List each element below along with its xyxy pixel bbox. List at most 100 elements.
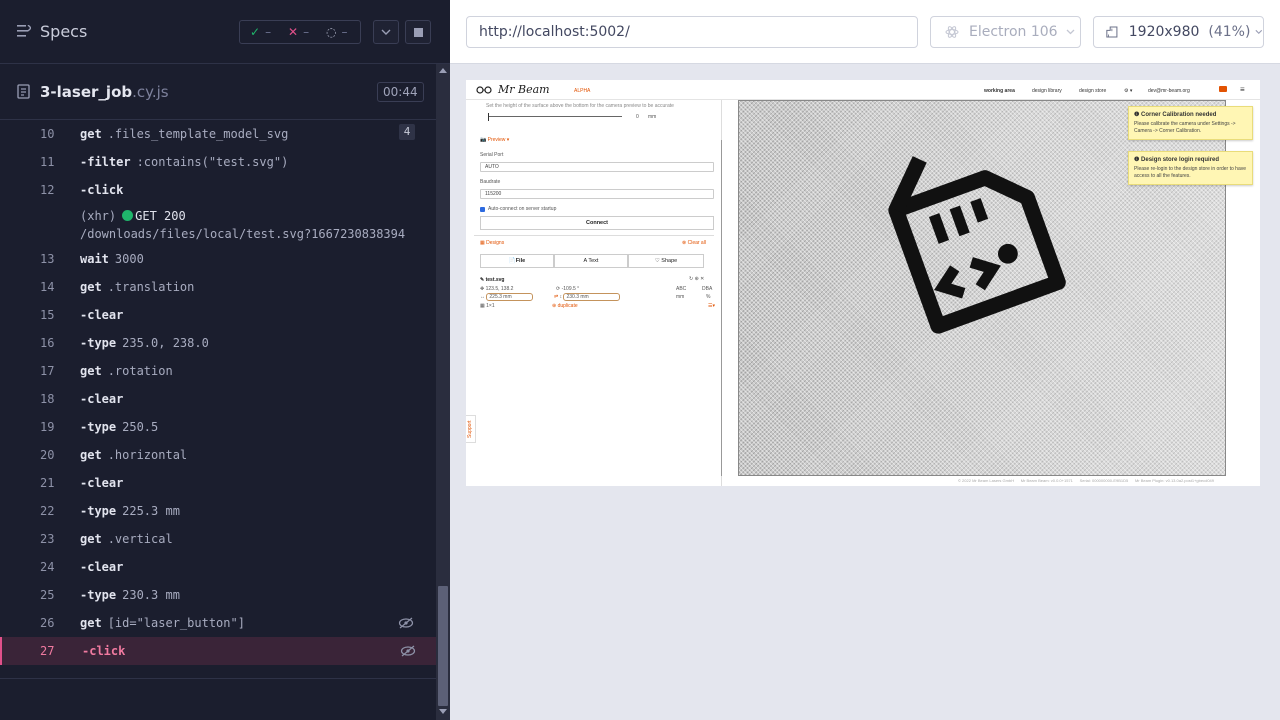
duplicate-button[interactable]: ⊕ duplicate	[552, 303, 578, 309]
spec-file-name[interactable]: 3-laser_job.cy.js	[40, 83, 169, 101]
xhr-label: (xhr)	[80, 209, 117, 223]
failed-stat: ✕ –	[278, 25, 316, 39]
command-row[interactable]: 16 -type 235.0, 238.0	[0, 329, 436, 357]
unit-dba: DBA	[702, 286, 713, 292]
command-row-active[interactable]: 27 -click	[0, 637, 436, 665]
nav-design-library[interactable]: design library	[1032, 88, 1062, 94]
height-slider-track[interactable]	[488, 116, 622, 117]
menu-icon[interactable]	[17, 25, 31, 37]
design-menu-icon[interactable]: ☰▾	[708, 303, 715, 309]
command-name: -type 250.5	[80, 420, 158, 434]
specs-header: Specs ✓ – ✕ – ◌ –	[0, 0, 450, 64]
nav-user[interactable]: dev@mr-beam.org	[1148, 88, 1190, 94]
command-method: -clear	[80, 476, 124, 490]
command-row[interactable]: 24 -clear	[0, 553, 436, 581]
svg-file-icon[interactable]	[865, 137, 1085, 357]
connect-button[interactable]: Connect	[480, 216, 714, 230]
command-row[interactable]: 14 get .translation	[0, 273, 436, 301]
height-field[interactable]: ⇌ ↕ 230.3 mm	[554, 293, 620, 301]
height-unit: mm	[648, 114, 657, 120]
command-number: 26	[40, 616, 55, 630]
command-message: 3000	[114, 252, 144, 266]
ruler-icon	[1106, 26, 1118, 38]
command-row[interactable]: 20 get .horizontal	[0, 441, 436, 469]
design-item[interactable]: ✎ test.svg ↻ ⊕ ✕ ✥ 123.5, 138.2 ⟳ -109.5…	[480, 276, 716, 312]
pending-count: –	[341, 25, 348, 39]
footer-serial: Serial: 000000000-E9B1D5	[1079, 478, 1129, 483]
height-slider-thumb[interactable]	[488, 113, 489, 121]
design-name-text: test.svg	[485, 277, 505, 283]
hamburger-menu-icon[interactable]: ≡	[1240, 85, 1245, 94]
notice-text: Please calibrate the camera under Settin…	[1134, 121, 1236, 134]
command-row[interactable]: 17 get .rotation	[0, 357, 436, 385]
command-method: -type	[80, 420, 117, 434]
lock-icon[interactable]: ⇌	[554, 294, 558, 300]
eye-slash-icon	[400, 645, 416, 657]
command-row[interactable]: 11 -filter:contains("test.svg")	[0, 148, 436, 176]
rotation-field[interactable]: ⟳ -109.5 °	[556, 286, 579, 292]
autoconnect-checkbox[interactable]	[480, 207, 485, 212]
baudrate-select[interactable]: 115200	[480, 189, 714, 199]
preview-toggle[interactable]: 📷 Preview ▾	[480, 137, 509, 143]
command-name: -type 230.3 mm	[80, 588, 180, 602]
scroll-up-icon[interactable]	[439, 68, 447, 73]
command-row[interactable]: 10 get .files_template_model_svg 4	[0, 120, 436, 148]
settings-icon[interactable]: ⚙ ▾	[1124, 88, 1132, 94]
design-actions[interactable]: ↻ ⊕ ✕	[689, 276, 704, 282]
rotation-value: -109.5 °	[561, 286, 580, 292]
baudrate-label: Baudrate	[480, 179, 501, 185]
command-row[interactable]: 23 get .vertical	[0, 525, 436, 553]
translation-field[interactable]: ✥ 123.5, 138.2	[480, 286, 513, 292]
viewport-scale: (41%)	[1208, 24, 1251, 40]
command-row[interactable]: 19 -type 250.5	[0, 413, 436, 441]
specs-title[interactable]: Specs	[40, 22, 87, 41]
tab-shape[interactable]: ♡ Shape	[628, 254, 704, 268]
mail-icon[interactable]	[1219, 86, 1227, 92]
nav-design-store[interactable]: design store	[1079, 88, 1106, 94]
clear-all-button[interactable]: ⊗ Clear all	[682, 240, 706, 246]
command-row[interactable]: 13 wait 3000	[0, 245, 436, 273]
command-row[interactable]: 22 -type 225.3 mm	[0, 497, 436, 525]
multiply-field[interactable]: ▦ 1×1	[480, 303, 495, 309]
app-under-test: Mr Beam ALPHA working area design librar…	[466, 80, 1260, 486]
command-name: get .vertical	[80, 532, 173, 546]
stop-icon	[413, 27, 423, 37]
command-method: -click	[80, 183, 124, 197]
command-number: 18	[40, 392, 55, 406]
sidebar-scrollbar[interactable]	[721, 140, 722, 476]
nav-working-area[interactable]: working area	[984, 88, 1015, 94]
browser-selector[interactable]: Electron 106	[930, 16, 1081, 48]
electron-icon	[945, 26, 959, 38]
command-row[interactable]: 25 -type 230.3 mm	[0, 581, 436, 609]
collapse-button[interactable]	[373, 20, 399, 44]
width-field[interactable]: ↔ 225.3 mm	[480, 293, 533, 301]
command-log-scrollbar[interactable]	[436, 64, 450, 720]
command-row[interactable]: 15 -clear	[0, 301, 436, 329]
corner-calibration-notice[interactable]: ❶ Corner Calibration needed Please calib…	[1128, 106, 1253, 140]
chevron-down-icon	[1255, 29, 1263, 35]
app-logo[interactable]: Mr Beam	[498, 83, 550, 96]
tab-text[interactable]: A Text	[554, 254, 628, 268]
viewport-selector[interactable]: 1920x980 (41%)	[1093, 16, 1264, 48]
support-tab[interactable]: Support	[466, 415, 476, 443]
eye-slash-icon	[398, 617, 414, 629]
design-store-login-notice[interactable]: ❶ Design store login required Please re-…	[1128, 151, 1253, 185]
scrollbar-thumb[interactable]	[438, 586, 448, 706]
command-row[interactable]: 26 get [id="laser_button"]	[0, 609, 436, 637]
stop-button[interactable]	[405, 20, 431, 44]
tab-file[interactable]: 📄File	[480, 254, 554, 268]
preview-panel: http://localhost:5002/ Electron 106 1920…	[450, 0, 1280, 720]
command-name: -filter:contains("test.svg")	[80, 155, 288, 169]
divider	[0, 678, 436, 679]
xhr-log-entry[interactable]: (xhr) GET 200 /downloads/files/local/test…	[80, 207, 405, 243]
width-value: 225.3 mm	[486, 293, 533, 301]
url-bar[interactable]: http://localhost:5002/	[466, 16, 918, 48]
scroll-down-icon[interactable]	[439, 709, 447, 714]
command-row[interactable]: 18 -clear	[0, 385, 436, 413]
command-message: .horizontal	[107, 448, 188, 462]
command-row[interactable]: 12 -click	[0, 176, 436, 204]
serial-port-select[interactable]: AUTO	[480, 162, 714, 172]
command-number: 23	[40, 532, 55, 546]
command-row[interactable]: 21 -clear	[0, 469, 436, 497]
tab-text-label: Text	[588, 258, 599, 264]
